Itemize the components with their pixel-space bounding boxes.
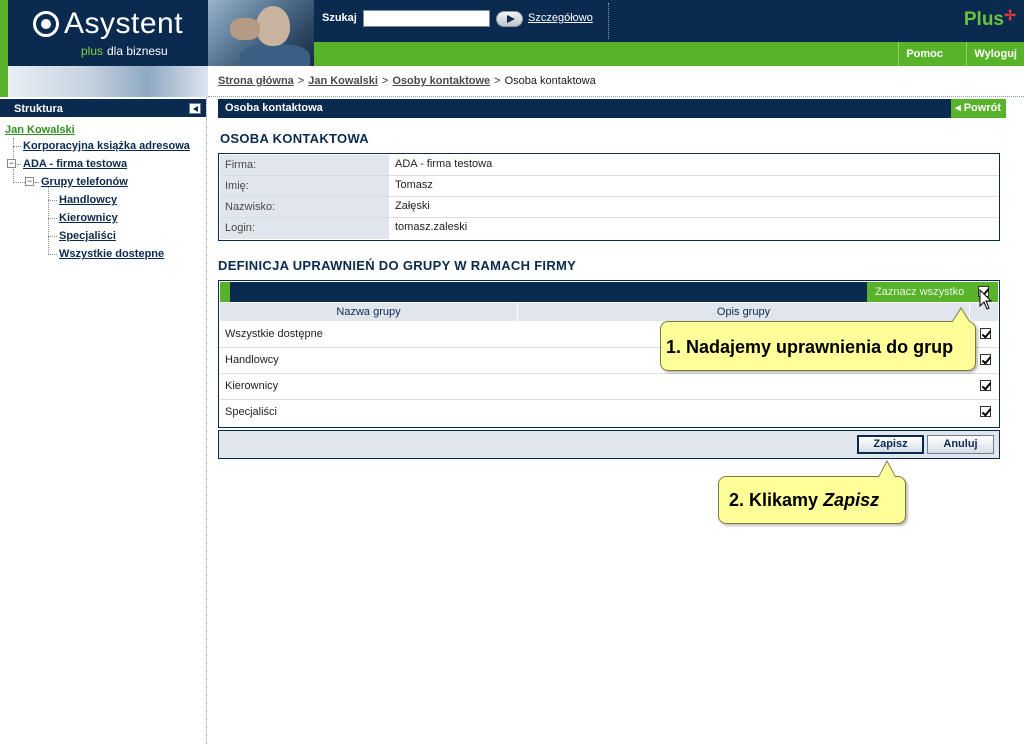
permissions-header-row: Nazwa grupy Opis grupy (220, 303, 998, 321)
field-value: Tomasz (395, 179, 433, 191)
brand-mark-icon: ✢ (1004, 7, 1016, 23)
logo-subtitle: dla biznesu (107, 44, 168, 58)
logo-circle-icon (33, 11, 59, 37)
search-divider (608, 3, 609, 39)
advanced-search-link[interactable]: Szczegółowo (528, 12, 593, 24)
breadcrumb-link-user[interactable]: Jan Kowalski (308, 75, 378, 87)
tree-connector (13, 182, 25, 183)
logo: Asystent plus dla biznesu (0, 0, 208, 66)
breadcrumb-separator: > (297, 75, 305, 87)
top-bar: Szukaj Szczegółowo Plus ✢ (314, 0, 1024, 42)
permissions-heading: DEFINICJA UPRAWNIEŃ DO GRUPY W RAMACH FI… (218, 258, 577, 273)
section-title: Osoba kontaktowa (225, 102, 323, 114)
group-name: Wszystkie dostępne (225, 328, 323, 340)
sidebar-title: Struktura (14, 103, 63, 115)
person-row-company: Firma: ADA - firma testowa (220, 155, 998, 176)
tree-connector (48, 200, 57, 201)
callout-emphasis: Zapisz (823, 490, 880, 510)
photo-face (256, 6, 290, 46)
tree-connector (13, 138, 14, 146)
group-name: Handlowcy (225, 354, 279, 366)
field-value: Załęski (395, 200, 430, 212)
logo-plus: plus (81, 44, 104, 58)
search-input[interactable] (363, 10, 490, 27)
sidebar-header: Struktura (0, 97, 206, 117)
tree-item-company[interactable]: ADA - firma testowa (23, 158, 127, 170)
collapse-groups-icon[interactable]: − (25, 177, 34, 186)
column-header-description: Opis grupy (518, 303, 969, 321)
tree-connector (48, 236, 57, 237)
field-label: Nazwisko: (220, 197, 389, 217)
group-permission-checkbox[interactable] (980, 380, 991, 391)
person-row-first-name: Imię: Tomasz (220, 176, 998, 197)
person-row-last-name: Nazwisko: Załęski (220, 197, 998, 218)
table-row: Specjaliści (220, 400, 998, 426)
tree-connector (48, 187, 49, 254)
back-button[interactable]: ◂ Powrót (951, 99, 1006, 118)
breadcrumb: Strona główna > Jan Kowalski > Osoby kontakt… (218, 75, 596, 87)
group-name: Kierownicy (225, 380, 279, 392)
photo-hand (230, 18, 260, 40)
breadcrumb-divider (208, 96, 1024, 97)
logo-title: Asystent (64, 7, 184, 40)
header-photo (208, 0, 314, 66)
field-label: Login: (220, 218, 389, 239)
breadcrumb-current: Osoba kontaktowa (504, 75, 596, 87)
select-all-label: Zaznacz wszystko (875, 286, 965, 298)
breadcrumb-link-contacts[interactable]: Osoby kontaktowe (392, 75, 490, 87)
person-heading: OSOBA KONTAKTOWA (220, 131, 369, 146)
breadcrumb-link-home[interactable]: Strona główna (218, 75, 294, 87)
person-details-table: Firma: ADA - firma testowa Imię: Tomasz … (218, 153, 1000, 241)
column-header-name: Nazwa grupy (220, 303, 517, 321)
permissions-toolbar: Zaznacz wszystko (220, 282, 998, 302)
tree-item-address-book[interactable]: Korporacyjna książka adresowa (23, 140, 190, 152)
sidebar: Struktura − − Jan Kowalski Korporacyjna … (0, 97, 207, 744)
callout-tail (879, 462, 895, 477)
toolbar-accent (220, 282, 230, 302)
collapse-sidebar-icon[interactable] (189, 103, 201, 114)
tree-connector (13, 169, 14, 183)
action-bar: Zapisz Anuluj (218, 430, 1000, 459)
breadcrumb-separator: > (494, 75, 501, 87)
tree-connector (48, 218, 57, 219)
callout-step-2: 2. Klikamy Zapisz (718, 476, 906, 524)
tree-item-group[interactable]: Handlowcy (59, 194, 117, 206)
group-permission-checkbox[interactable] (980, 354, 991, 365)
nav-logout-link[interactable]: Wyloguj (966, 42, 1024, 66)
search-label: Szukaj (322, 12, 357, 24)
field-value: ADA - firma testowa (395, 158, 493, 170)
callout-text: 2. Klikamy (729, 490, 824, 510)
tree-item-group[interactable]: Kierownicy (59, 212, 118, 224)
field-label: Firma: (220, 155, 389, 175)
tree-connector (17, 164, 21, 165)
tree-item-group[interactable]: Wszystkie dostepne (59, 248, 164, 260)
breadcrumb-separator: > (381, 75, 389, 87)
tree-connector (13, 146, 21, 147)
search-go-button[interactable] (496, 11, 523, 27)
group-permission-checkbox[interactable] (980, 328, 991, 339)
nav-help-link[interactable]: Pomoc (898, 42, 950, 66)
group-permission-checkbox[interactable] (980, 406, 991, 417)
callout-step-1: 1. Nadajemy uprawnienia do grup (660, 321, 976, 371)
group-name: Specjaliści (225, 406, 277, 418)
field-label: Imię: (220, 176, 389, 196)
table-row: Kierownicy (220, 374, 998, 400)
callout-tail (952, 309, 970, 323)
field-value: tomasz.zaleski (395, 221, 468, 233)
person-row-login: Login: tomasz.zaleski (220, 218, 998, 239)
section-bar: Osoba kontaktowa ◂ Powrót (218, 99, 1006, 118)
mouse-cursor-icon (979, 289, 993, 310)
cancel-button[interactable]: Anuluj (927, 435, 994, 454)
photo-shoulder (240, 44, 310, 66)
nav-bar: Pomoc Wyloguj (314, 42, 1024, 66)
tree-item-group[interactable]: Specjaliści (59, 230, 116, 242)
tree-connector (48, 254, 57, 255)
tree-connector (35, 182, 39, 183)
save-button[interactable]: Zapisz (857, 435, 924, 454)
collapse-company-icon[interactable]: − (7, 159, 16, 168)
brand-logo: Plus (963, 9, 1004, 30)
tree-item-user[interactable]: Jan Kowalski (5, 124, 75, 136)
sidebar-banner (0, 66, 208, 97)
tree-item-phone-groups[interactable]: Grupy telefonów (41, 176, 128, 188)
